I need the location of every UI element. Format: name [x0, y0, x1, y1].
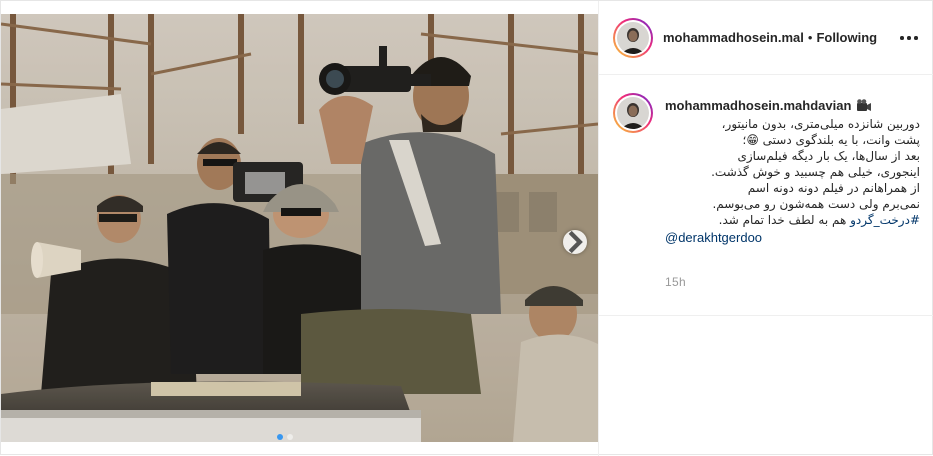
divider — [599, 315, 933, 316]
carousel-dot — [287, 434, 293, 440]
caption-line: از همراهانم در فیلم دونه دونه اسم — [747, 181, 920, 195]
caption-line-with-hashtag: #درخت_گردو هم به لطف خدا تمام شد. — [665, 212, 920, 228]
caption-text: دوربین شانزده میلی‌متری، بدون مانیتور، پ… — [665, 116, 920, 228]
profile-photo-icon — [617, 97, 649, 129]
following-button[interactable]: Following — [816, 30, 877, 45]
movie-camera-icon — [857, 99, 872, 111]
caption-line: پشت وانت، با یه بلندگوی دستی 😁؛ — [742, 133, 921, 147]
carousel-dot-active — [277, 434, 283, 440]
carousel-indicator — [277, 434, 293, 440]
header-separator: • — [807, 30, 813, 45]
post-side-panel: mohammadhosein.mal • Following mohammadh… — [598, 1, 933, 456]
film-set-photo — [1, 14, 598, 442]
more-dot — [914, 36, 918, 40]
caption-body: mohammadhosein.mahdavian دوربین شانزده م… — [665, 98, 920, 247]
caption-line: دوربین شانزده میلی‌متری، بدون مانیتور، — [721, 117, 920, 131]
caption-avatar[interactable] — [613, 93, 653, 133]
header-avatar[interactable] — [613, 17, 653, 58]
caption-line-end: هم به لطف خدا تمام شد. — [718, 213, 847, 227]
more-dot — [907, 36, 911, 40]
post-photo[interactable] — [1, 14, 598, 442]
instagram-post: mohammadhosein.mal • Following mohammadh… — [0, 0, 933, 456]
caption-line: اینجوری، خیلی هم چسبید و خوش گذشت. — [711, 165, 920, 179]
chevron-right-icon — [568, 230, 583, 254]
post-timestamp[interactable]: 15h — [665, 275, 686, 289]
post-header: mohammadhosein.mal • Following — [599, 1, 933, 75]
mention-link[interactable]: @derakhtgerdoo — [665, 230, 762, 245]
caption-line: بعد از سال‌ها، یک بار دیگه فیلم‌سازی — [737, 149, 920, 163]
caption-line: نمی‌برم ولی دست همه‌شون رو می‌بوسم. — [712, 197, 920, 211]
profile-photo-icon — [617, 21, 649, 54]
header-username[interactable]: mohammadhosein.mal — [663, 30, 804, 45]
caption-username[interactable]: mohammadhosein.mahdavian — [665, 98, 851, 113]
hashtag-link[interactable]: #درخت_گردو — [850, 213, 920, 227]
more-options-button[interactable] — [900, 31, 918, 45]
carousel-next-button[interactable] — [563, 230, 587, 254]
more-dot — [900, 36, 904, 40]
